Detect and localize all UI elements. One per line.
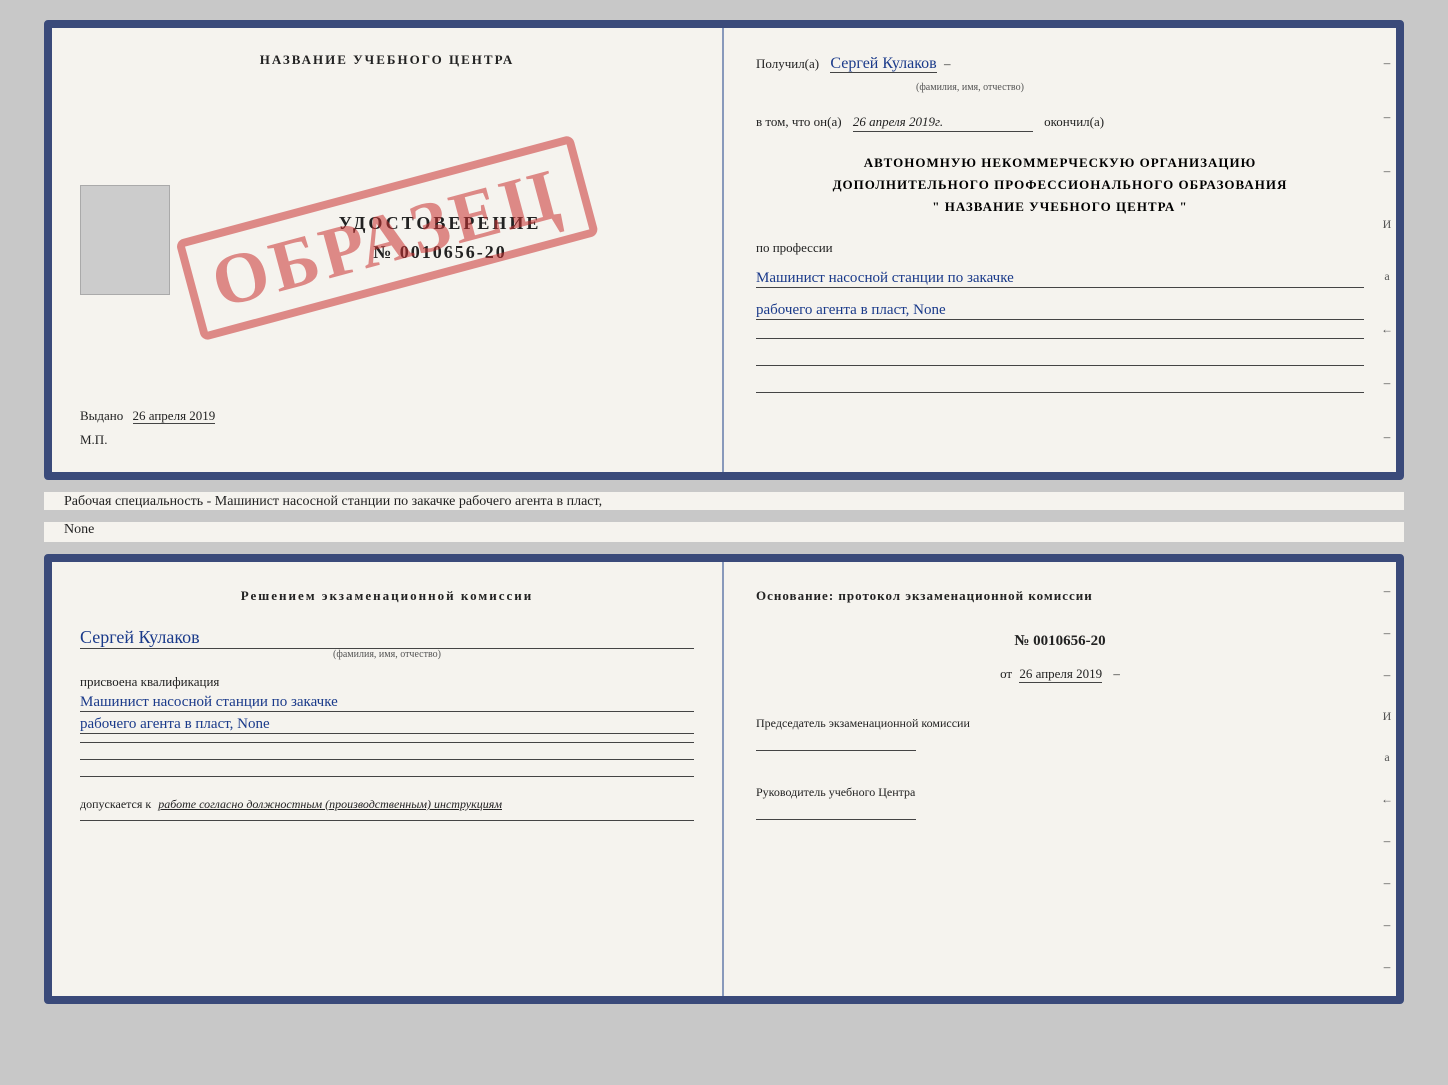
name-sublabel-top: (фамилия, имя, отчество) <box>916 82 1024 93</box>
bottom-line-3 <box>80 776 694 777</box>
date-value: 26 апреля 2019г. <box>853 112 1033 133</box>
photo-placeholder <box>80 185 170 295</box>
qualification-line2: рабочего агента в пласт, None <box>80 716 694 734</box>
top-left-panel: НАЗВАНИЕ УЧЕБНОГО ЦЕНТРА УДОСТОВЕРЕНИЕ №… <box>52 28 724 472</box>
side-dash-4: – <box>1384 375 1391 391</box>
chairman-block: Председатель экзаменационной комиссии <box>756 714 1364 755</box>
bottom-document: Решением экзаменационной комиссии Сергей… <box>44 554 1404 1004</box>
b-side-dash-4: – <box>1384 833 1391 849</box>
bottom-name-sublabel: (фамилия, имя, отчество) <box>80 649 694 660</box>
bottom-side-marks: – – – И а ← – – – – <box>1378 562 1396 996</box>
specialty-text: Рабочая специальность - Машинист насосно… <box>64 494 602 509</box>
bottom-line-2 <box>80 759 694 760</box>
date-value-bottom: 26 апреля 2019 <box>1019 666 1102 683</box>
b-side-dash-6: – <box>1384 917 1391 933</box>
admission-hand: работе согласно должностным (производств… <box>158 797 502 811</box>
chairman-signature-line <box>756 750 916 751</box>
side-marks: – – – И а ← – – <box>1378 28 1396 472</box>
issued-label: Выдано <box>80 408 123 423</box>
basis-label: Основание: протокол экзаменационной коми… <box>756 586 1364 607</box>
cert-issued: Выдано 26 апреля 2019 <box>80 392 694 424</box>
director-title: Руководитель учебного Центра <box>756 783 1364 801</box>
profession-label: по профессии <box>756 240 1364 256</box>
b-side-dash-7: – <box>1384 959 1391 975</box>
side-letter-i: И <box>1383 217 1392 232</box>
date-row: в том, что он(а) 26 апреля 2019г. окончи… <box>756 112 1364 133</box>
org-block: АВТОНОМНУЮ НЕКОММЕРЧЕСКУЮ ОРГАНИЗАЦИЮ ДО… <box>756 152 1364 218</box>
bottom-rule-2 <box>756 365 1364 366</box>
director-block: Руководитель учебного Центра <box>756 783 1364 824</box>
profession-line1: Машинист насосной станции по закачке <box>756 270 1364 288</box>
side-dash-3: – <box>1384 163 1391 179</box>
qualification-label: присвоена квалификация <box>80 674 694 690</box>
protocol-number: № 0010656-20 <box>756 633 1364 650</box>
b-side-dash-5: – <box>1384 875 1391 891</box>
side-letter-a: а <box>1384 269 1389 284</box>
bottom-person-name: Сергей Кулаков <box>80 627 694 649</box>
bottom-title-line1: Решением экзаменационной комиссии <box>241 588 534 603</box>
admission-block: допускается к работе согласно должностны… <box>80 797 694 812</box>
side-arrow: ← <box>1381 322 1393 337</box>
specialty-text2-block: None <box>44 522 1404 542</box>
side-dash-5: – <box>1384 429 1391 445</box>
bottom-right-panel: – – – И а ← – – – – Основание: протокол … <box>724 562 1396 996</box>
bottom-line-4 <box>80 820 694 821</box>
org-line2: ДОПОЛНИТЕЛЬНОГО ПРОФЕССИОНАЛЬНОГО ОБРАЗО… <box>756 174 1364 196</box>
date-prefix: в том, что он(а) <box>756 114 842 129</box>
received-row: Получил(а) Сергей Кулаков – (фамилия, им… <box>756 52 1364 96</box>
org-line3: " НАЗВАНИЕ УЧЕБНОГО ЦЕНТРА " <box>756 196 1364 218</box>
b-side-dash-3: – <box>1384 667 1391 683</box>
qualification-line1: Машинист насосной станции по закачке <box>80 694 694 712</box>
specialty-text2: None <box>64 522 94 537</box>
chairman-title: Председатель экзаменационной комиссии <box>756 714 1364 732</box>
side-dash-1: – <box>1384 55 1391 71</box>
person-name-top: Сергей Кулаков <box>830 55 936 73</box>
top-right-panel: – – – И а ← – – Получил(а) Сергей Кулако… <box>724 28 1396 472</box>
dash-after-name: – <box>944 56 951 71</box>
bottom-line-1 <box>80 742 694 743</box>
cert-number: № 0010656-20 <box>373 242 507 263</box>
profession-line2: рабочего агента в пласт, None <box>756 302 1364 320</box>
protocol-date: от 26 апреля 2019 – <box>756 666 1364 682</box>
specialty-text-block: Рабочая специальность - Машинист насосно… <box>44 492 1404 510</box>
cert-type-label: УДОСТОВЕРЕНИЕ <box>339 213 542 234</box>
director-signature-line <box>756 819 916 820</box>
b-side-letter-a: а <box>1384 750 1389 765</box>
bottom-left-panel: Решением экзаменационной комиссии Сергей… <box>52 562 724 996</box>
org-line1: АВТОНОМНУЮ НЕКОММЕРЧЕСКУЮ ОРГАНИЗАЦИЮ <box>756 152 1364 174</box>
b-side-arrow: ← <box>1381 792 1393 807</box>
received-label: Получил(а) <box>756 56 819 71</box>
admission-label: допускается к <box>80 797 151 811</box>
mp-label: М.П. <box>80 432 694 448</box>
top-document: НАЗВАНИЕ УЧЕБНОГО ЦЕНТРА УДОСТОВЕРЕНИЕ №… <box>44 20 1404 480</box>
date-dash: – <box>1113 666 1120 681</box>
cert-title: НАЗВАНИЕ УЧЕБНОГО ЦЕНТРА <box>80 52 694 68</box>
bottom-rule-3 <box>756 392 1364 393</box>
bottom-left-title: Решением экзаменационной комиссии <box>80 586 694 607</box>
date-prefix-bottom: от <box>1000 666 1012 681</box>
finished-label: окончил(а) <box>1044 114 1104 129</box>
b-side-letter-i: И <box>1383 709 1392 724</box>
issued-date: 26 апреля 2019 <box>133 408 216 424</box>
b-side-dash-1: – <box>1384 583 1391 599</box>
bottom-rule-1 <box>756 338 1364 339</box>
b-side-dash-2: – <box>1384 625 1391 641</box>
side-dash-2: – <box>1384 109 1391 125</box>
